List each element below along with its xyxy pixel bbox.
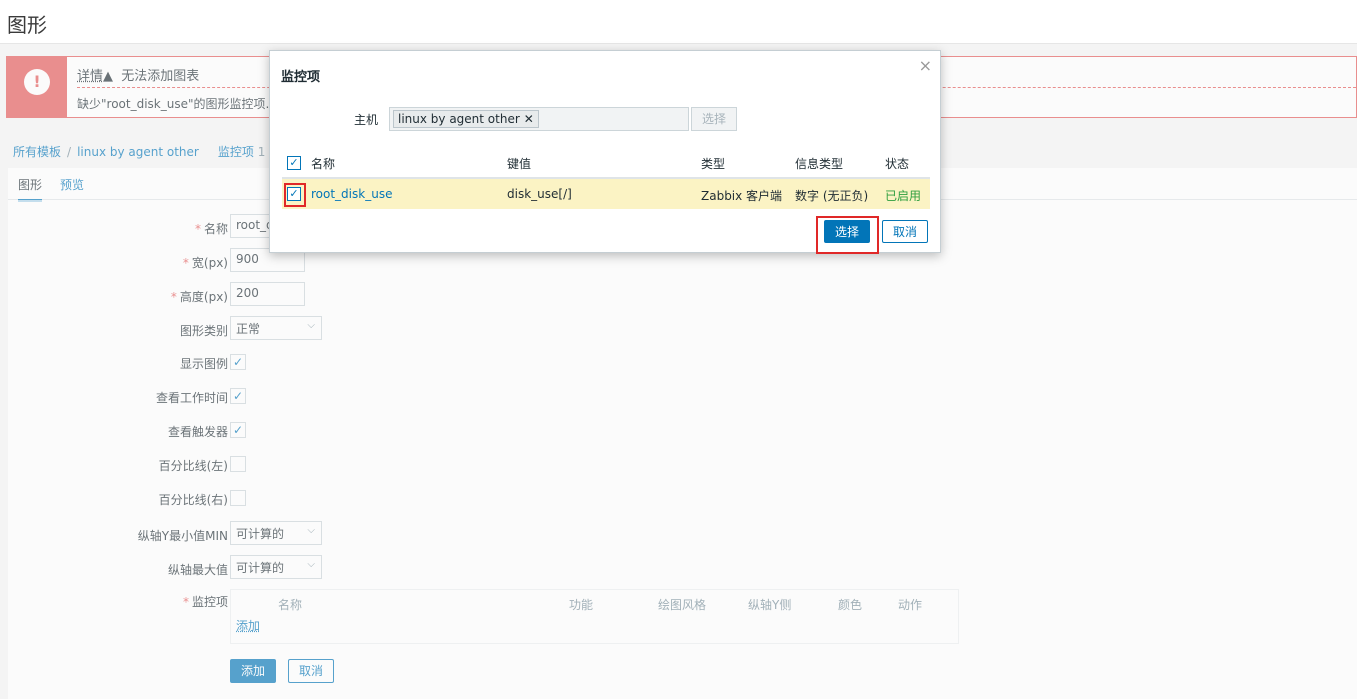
items-col-draw-style: 绘图风格 <box>658 598 707 612</box>
items-col-color: 颜色 <box>838 598 863 612</box>
close-icon[interactable]: × <box>919 56 932 75</box>
cancel-button[interactable]: 取消 <box>288 659 335 683</box>
ymax-select[interactable]: 可计算的 ⌵ <box>230 555 322 579</box>
chevron-down-icon: ⌵ <box>307 525 315 536</box>
form-row-show-legend: 显示图例 ✓ <box>8 352 968 380</box>
breadcrumb: 所有模板 / linux by agent other 监控项 1 <box>13 143 265 160</box>
table-row[interactable]: ✓ root_disk_use disk_use[/] Zabbix 客户端 数… <box>282 179 930 209</box>
alert-header: 详情▲ 无法添加图表 <box>77 65 199 84</box>
host-chip-label: linux by agent other <box>398 112 520 126</box>
form-row-triggers: 查看触发器 ✓ <box>8 420 968 448</box>
graph-form: * 名称 root_d * 宽(px) 900 * 高度(px) 200 图形类别 正… <box>8 200 1357 699</box>
col-info-type: 信息类型 <box>795 157 844 171</box>
col-type: 类型 <box>701 157 726 171</box>
breadcrumb-separator: / <box>67 145 72 159</box>
show-work-period-label: 查看工作时间 <box>155 391 228 405</box>
graph-type-label: 图形类别 <box>179 324 228 338</box>
percentile-left-checkbox[interactable] <box>230 456 246 472</box>
graph-type-select[interactable]: 正常 ⌵ <box>230 316 322 340</box>
host-multiselect[interactable]: linux by agent other ✕ <box>389 107 689 131</box>
breadcrumb-items[interactable]: 监控项 <box>218 145 254 159</box>
ymin-label: 纵轴Y最小值MIN <box>137 529 228 543</box>
show-triggers-label: 查看触发器 <box>167 425 228 439</box>
show-legend-label: 显示图例 <box>179 357 228 371</box>
items-col-name: 名称 <box>278 598 303 612</box>
width-label: * 宽(px) <box>182 256 228 270</box>
select-all-checkbox[interactable]: ✓ <box>287 156 301 170</box>
form-row-percentile-right: 百分比线(右) <box>8 488 968 516</box>
col-status: 状态 <box>885 157 910 171</box>
height-label: * 高度(px) <box>170 290 228 304</box>
name-label: * 名称 <box>194 222 228 236</box>
graph-items-table: 名称 功能 绘图风格 纵轴Y侧 颜色 动作 添加 <box>230 589 959 644</box>
ymax-value: 可计算的 <box>236 561 285 575</box>
annotation-highlight-box <box>284 183 306 207</box>
items-label: * 监控项 <box>182 595 228 609</box>
chevron-down-icon: ⌵ <box>307 559 315 570</box>
ymin-select[interactable]: 可计算的 ⌵ <box>230 521 322 545</box>
host-label: 主机 <box>354 113 379 127</box>
col-key: 键值 <box>507 157 532 171</box>
show-legend-checkbox[interactable]: ✓ <box>230 354 246 370</box>
breadcrumb-items-count: 1 <box>257 145 266 159</box>
form-row-work-period: 查看工作时间 ✓ <box>8 386 968 414</box>
chevron-down-icon: ⌵ <box>307 320 315 331</box>
form-row-height: * 高度(px) 200 <box>8 282 968 310</box>
item-status: 已启用 <box>885 189 922 203</box>
percentile-left-label: 百分比线(左) <box>158 459 228 473</box>
add-item-link[interactable]: 添加 <box>236 617 260 634</box>
alert-title: 无法添加图表 <box>121 69 200 84</box>
alert-icon-box: ! <box>7 57 67 117</box>
form-row-ymax: 纵轴最大值 可计算的 ⌵ <box>8 555 968 583</box>
caret-up-icon[interactable]: ▲ <box>103 69 113 84</box>
alert-details-toggle[interactable]: 详情 <box>77 69 103 84</box>
items-popup-dialog: 监控项 × 主机 linux by agent other ✕ 选择 ✓ 名称 键… <box>269 50 941 254</box>
items-col-function: 功能 <box>569 598 594 612</box>
form-row-graph-type: 图形类别 正常 ⌵ <box>8 316 968 344</box>
ymax-label: 纵轴最大值 <box>167 563 228 577</box>
items-table-header: ✓ 名称 键值 类型 信息类型 状态 <box>282 147 930 179</box>
breadcrumb-template[interactable]: linux by agent other <box>77 145 199 159</box>
show-work-period-checkbox[interactable]: ✓ <box>230 388 246 404</box>
alert-message: 缺少"root_disk_use"的图形监控项. <box>77 97 270 111</box>
page-title: 图形 <box>7 13 47 37</box>
tab-graph[interactable]: 图形 <box>18 176 43 202</box>
host-select-button[interactable]: 选择 <box>691 107 738 131</box>
dialog-cancel-button[interactable]: 取消 <box>882 220 929 243</box>
percentile-right-checkbox[interactable] <box>230 490 246 506</box>
remove-chip-icon[interactable]: ✕ <box>524 112 534 126</box>
item-info-type: 数字 (无正负) <box>795 189 869 203</box>
host-chip: linux by agent other ✕ <box>393 110 539 128</box>
items-col-y-axis-side: 纵轴Y侧 <box>748 598 792 612</box>
tab-preview[interactable]: 预览 <box>60 176 84 193</box>
item-key: disk_use[/] <box>507 187 572 201</box>
item-name-link[interactable]: root_disk_use <box>311 187 392 201</box>
form-row-percentile-left: 百分比线(左) <box>8 454 968 482</box>
percentile-right-label: 百分比线(右) <box>158 493 228 507</box>
page-header: 图形 <box>0 0 1357 44</box>
col-name[interactable]: 名称 <box>311 155 335 172</box>
ymin-value: 可计算的 <box>236 527 285 541</box>
show-triggers-checkbox[interactable]: ✓ <box>230 422 246 438</box>
breadcrumb-all-templates[interactable]: 所有模板 <box>13 145 61 159</box>
graph-type-value: 正常 <box>236 322 261 336</box>
add-button[interactable]: 添加 <box>230 659 277 683</box>
form-row-ymin: 纵轴Y最小值MIN 可计算的 ⌵ <box>8 521 968 549</box>
select-button[interactable]: 选择 <box>824 220 871 243</box>
items-col-action: 动作 <box>898 598 923 612</box>
height-input[interactable]: 200 <box>230 282 305 306</box>
item-type: Zabbix 客户端 <box>701 189 783 203</box>
dialog-title: 监控项 <box>281 70 321 85</box>
exclamation-icon: ! <box>24 69 50 95</box>
